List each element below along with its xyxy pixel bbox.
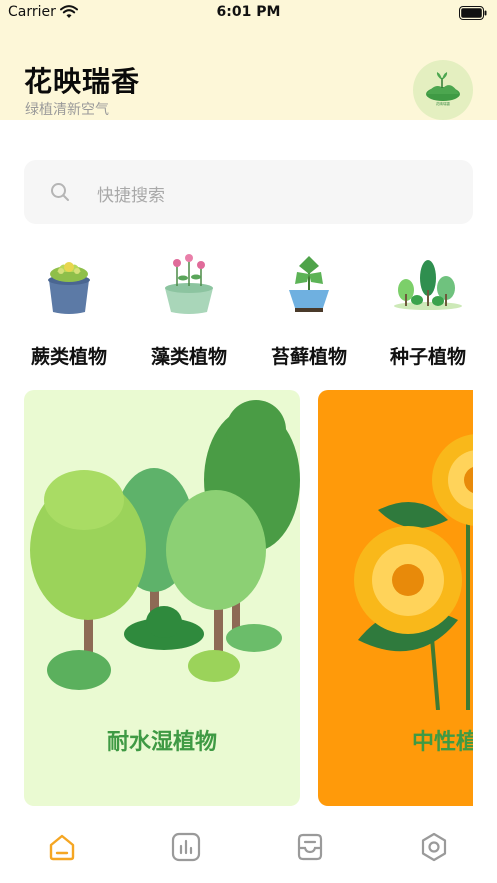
card-label: 中性植物 (411, 730, 473, 755)
avatar-caption: 花映瑞香 (436, 102, 450, 106)
settings-icon[interactable] (418, 831, 450, 863)
category-label: 种子植物 (389, 346, 466, 368)
status-bar: Carrier 6:01 PM (0, 0, 497, 28)
search-placeholder: 快捷搜索 (97, 186, 165, 206)
battery-icon (459, 6, 487, 20)
card-wet-tolerant[interactable]: 耐水湿植物 (24, 390, 300, 806)
home-icon[interactable] (46, 831, 78, 863)
category-cards-carousel[interactable]: 耐水湿植物 中性植物 (24, 390, 473, 806)
category-ferns[interactable]: 蕨类植物 (14, 250, 124, 370)
category-seed[interactable]: 种子植物 (373, 250, 483, 370)
inbox-icon[interactable] (294, 831, 326, 863)
bonsai-icon (289, 256, 329, 312)
header: 花映瑞香 绿植清新空气 花映瑞香 (0, 28, 497, 120)
search-icon (51, 183, 69, 201)
trees-illustration (30, 400, 300, 690)
category-label: 藻类植物 (150, 346, 227, 368)
category-label: 苔藓植物 (270, 346, 347, 368)
card-neutral[interactable]: 中性植物 (318, 390, 473, 806)
search-input[interactable]: 快捷搜索 (24, 160, 473, 224)
avatar[interactable]: 花映瑞香 (413, 60, 473, 120)
app-subtitle: 绿植清新空气 (25, 102, 109, 118)
chrysanthemum-illustration (354, 434, 473, 710)
card-label: 耐水湿植物 (106, 730, 217, 755)
succulent-pot-icon (48, 262, 90, 314)
logo-icon (426, 72, 460, 101)
category-moss[interactable]: 苔藓植物 (254, 250, 364, 370)
category-algae[interactable]: 藻类植物 (134, 250, 244, 370)
chart-icon[interactable] (170, 831, 202, 863)
trees-icon (394, 260, 462, 310)
app-title: 花映瑞香 (24, 65, 141, 98)
category-label: 蕨类植物 (30, 346, 107, 368)
flower-pot-icon (165, 254, 213, 314)
tab-bar (0, 812, 497, 883)
status-time: 6:01 PM (216, 4, 281, 20)
